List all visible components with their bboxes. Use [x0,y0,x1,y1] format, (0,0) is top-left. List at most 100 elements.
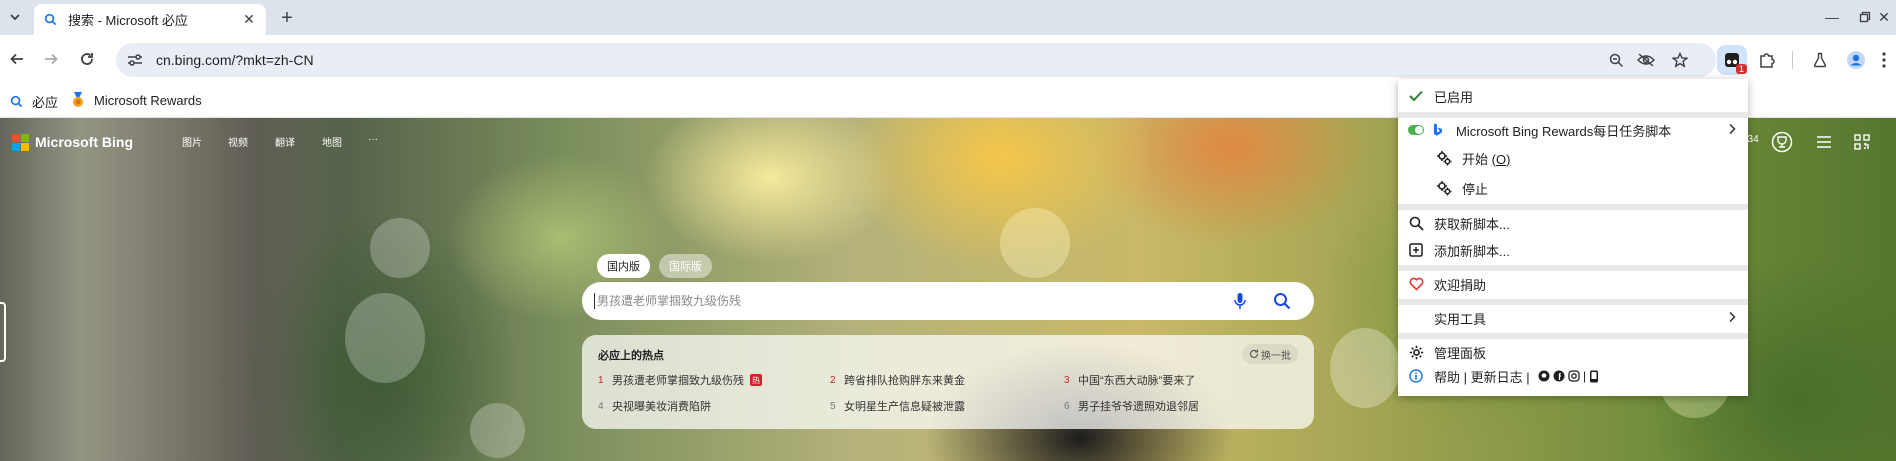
chevron-down-icon [10,14,20,21]
tab-title: 搜索 - Microsoft 必应 [68,13,188,28]
side-panel-handle[interactable] [0,302,6,362]
labs-flask-icon[interactable] [1806,46,1834,74]
trending-item[interactable]: 5 女明星生产信息疑被泄露 [830,398,965,414]
profile-avatar-icon[interactable] [1842,46,1870,74]
chevron-right-icon [1728,311,1736,326]
site-info-icon[interactable] [122,47,148,73]
rewards-trophy-icon[interactable] [1770,130,1794,154]
gears-icon [1436,150,1452,166]
toggle-on-icon[interactable] [1408,122,1424,138]
instagram-icon[interactable] [1568,370,1580,382]
microphone-icon[interactable] [1228,289,1252,313]
menu-start[interactable]: 开始 (O) [1398,145,1748,171]
background-bokeh [470,403,525,458]
kebab-menu-icon[interactable] [1870,46,1896,74]
trending-item[interactable]: 3 中国“东西大动脉”要来了 [1064,372,1195,388]
forward-button[interactable] [37,45,65,73]
minimize-icon[interactable]: — [1820,6,1844,28]
bing-brand-text: Microsoft Bing [35,134,133,150]
back-button[interactable] [3,45,31,73]
extension-badge: 1 [1735,64,1747,74]
nav-videos[interactable]: 视频 [228,134,248,149]
nav-images[interactable]: 图片 [182,134,202,149]
hamburger-menu-icon[interactable] [1812,130,1836,154]
toolbar-separator [1792,51,1793,69]
mobile-icon[interactable] [1589,370,1599,383]
nav-translate[interactable]: 翻译 [275,134,295,149]
arrow-right-icon [45,53,58,65]
search-icon[interactable] [1270,289,1294,313]
tab-search-button[interactable] [4,6,26,28]
refresh-label: 换一批 [1261,350,1291,362]
trending-item[interactable]: 6 男子挂爷爷遗照劝退邻居 [1064,398,1199,414]
rewards-medal-icon [70,92,86,108]
menu-get-new-scripts[interactable]: 获取新脚本... [1398,210,1748,236]
menu-utilities[interactable]: 实用工具 [1398,305,1748,331]
url-text: cn.bing.com/?mkt=zh-CN [156,52,314,68]
browser-toolbar: cn.bing.com/?mkt=zh-CN 1 [0,35,1896,84]
microsoft-logo-icon [12,133,29,151]
menu-help-row[interactable]: 帮助 | 更新日志 | | [1398,363,1748,389]
reload-button[interactable] [73,45,101,73]
check-icon [1408,88,1424,104]
background-bokeh [345,293,425,383]
menu-dashboard[interactable]: 管理面板 [1398,339,1748,365]
background-bokeh [370,218,430,278]
background-bokeh [1330,328,1400,408]
tab-domestic[interactable]: 国内版 [597,254,650,278]
address-bar[interactable]: cn.bing.com/?mkt=zh-CN [116,43,1716,77]
bookmark-label: 必应 [32,95,59,110]
qr-code-icon[interactable] [1850,130,1874,154]
zoom-icon[interactable] [1604,48,1628,72]
hot-badge: 热 [750,374,762,386]
tab-close-icon[interactable]: ✕ [240,11,258,29]
eye-off-icon[interactable] [1634,48,1658,72]
search-box[interactable] [582,282,1314,320]
refresh-trending-button[interactable]: 换一批 [1242,344,1298,364]
tab-strip: 搜索 - Microsoft 必应 ✕ + — ✕ [0,0,1896,35]
trending-item[interactable]: 4 央视曝美妆消费陷阱 [598,398,711,414]
tampermonkey-extension-button[interactable]: 1 [1717,45,1747,75]
arrow-left-icon [10,53,23,65]
trending-item[interactable]: 1 男孩遭老师掌掴致九级伤残 热 [598,372,762,388]
browser-tab[interactable]: 搜索 - Microsoft 必应 ✕ [34,4,266,35]
menu-enabled[interactable]: 已启用 [1398,83,1748,109]
extensions-puzzle-icon[interactable] [1753,46,1781,74]
info-icon [1408,368,1424,384]
trending-item[interactable]: 2 跨省排队抢购胖东来黄金 [830,372,965,388]
trending-panel: 必应上的热点 换一批 1 男孩遭老师掌掴致九级伤残 热 2 跨省排队抢购胖东来黄… [582,335,1314,429]
bookmark-star-icon[interactable] [1668,48,1692,72]
search-icon [8,94,24,110]
github-icon[interactable] [1538,370,1550,382]
tampermonkey-menu: 已启用 Microsoft Bing Rewards每日任务脚本 开始 (O) … [1398,79,1748,396]
gear-icon [1408,344,1424,360]
facebook-icon[interactable] [1553,370,1565,382]
new-tab-button[interactable]: + [276,7,298,29]
search-icon [42,12,58,28]
reload-icon [81,53,93,65]
refresh-icon [1250,349,1259,358]
nav-maps[interactable]: 地图 [322,134,342,149]
plus-square-icon [1408,242,1424,258]
gears-icon [1436,180,1452,196]
nav-more[interactable]: ··· [368,134,378,145]
text-caret [594,293,595,309]
menu-donate[interactable]: 欢迎捐助 [1398,271,1748,297]
bing-icon [1430,122,1446,138]
background-bokeh [1000,208,1070,278]
tab-international[interactable]: 国际版 [659,254,712,278]
menu-script-entry[interactable]: Microsoft Bing Rewards每日任务脚本 [1398,117,1748,143]
bookmark-label: Microsoft Rewards [94,92,202,108]
bookmark-bing[interactable]: 必应 [8,92,58,111]
menu-stop[interactable]: 停止 [1398,175,1748,201]
bing-logo[interactable]: Microsoft Bing [12,130,133,154]
menu-add-new-script[interactable]: 添加新脚本... [1398,237,1748,263]
search-input[interactable] [597,294,1197,308]
shortcut-hint: (O) [1491,151,1511,167]
close-window-icon[interactable]: ✕ [1872,6,1896,28]
bookmark-microsoft-rewards[interactable]: Microsoft Rewards [70,92,202,108]
trending-title: 必应上的热点 [598,350,664,362]
search-icon [1408,215,1424,231]
social-links: | [1538,369,1599,383]
background-tree-trunk [0,118,320,461]
